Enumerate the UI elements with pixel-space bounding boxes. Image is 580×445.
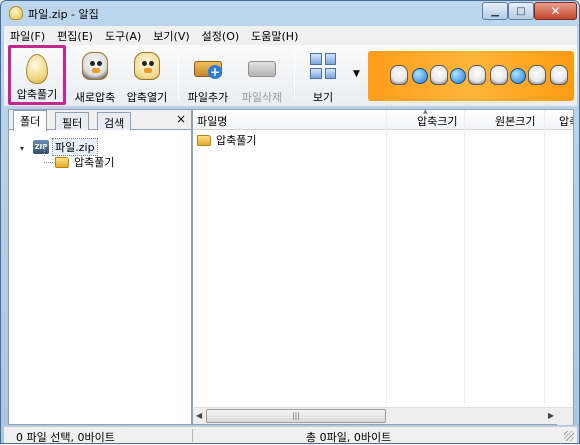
sort-ascending-icon: ▲ bbox=[423, 108, 428, 115]
view-label: 보기 bbox=[312, 91, 334, 104]
scroll-right-icon[interactable]: ▶ bbox=[548, 411, 554, 420]
menu-tools[interactable]: 도구(A) bbox=[99, 28, 147, 44]
tree-connector bbox=[44, 146, 45, 156]
tree-child[interactable]: 압축풀기 bbox=[55, 154, 114, 170]
column-header-name[interactable]: 파일명 bbox=[197, 110, 377, 130]
panel-tabs: 폴더 필터 검색 × bbox=[9, 110, 191, 131]
menu-file[interactable]: 파일(F) bbox=[4, 28, 51, 44]
open-archive-label: 압축열기 bbox=[126, 91, 168, 104]
alzip-app-icon bbox=[9, 6, 23, 20]
duck-icon bbox=[129, 49, 165, 83]
resize-grip-icon[interactable] bbox=[564, 431, 574, 441]
new-archive-label: 새로압축 bbox=[74, 91, 116, 104]
egg-icon bbox=[19, 52, 55, 84]
view-dropdown-arrow-icon[interactable]: ▼ bbox=[353, 69, 360, 79]
toolbar-separator bbox=[178, 51, 179, 99]
toolbar: 압축풀기 새로압축 압축열기 + 파일추가 파일삭제 보기 ▼ bbox=[4, 45, 577, 107]
menu-bar: 파일(F) 편집(E) 도구(A) 보기(V) 설정(O) 도움말(H) bbox=[4, 26, 577, 45]
window-title: 파일.zip - 알집 bbox=[28, 8, 99, 21]
penguin-icon bbox=[77, 49, 113, 83]
minimize-icon: ▁ bbox=[491, 5, 499, 17]
tree-child-label: 압축풀기 bbox=[74, 156, 115, 169]
delete-file-button[interactable]: 파일삭제 bbox=[238, 45, 286, 105]
horizontal-scrollbar[interactable]: ◀ ||| ▶ bbox=[193, 407, 573, 425]
menu-help[interactable]: 도움말(H) bbox=[245, 28, 304, 44]
panel-close-icon[interactable]: × bbox=[176, 112, 186, 126]
app-window: 파일.zip - 알집 ▁ □ ✕ 파일(F) 편집(E) 도구(A) 보기(V… bbox=[0, 0, 580, 444]
file-list-panel: 파일명 압축크기 ▲ 원본크기 압축 압축풀기 ◀ ||| ▶ bbox=[192, 108, 574, 425]
status-separator bbox=[192, 429, 193, 442]
file-list-header: 파일명 압축크기 ▲ 원본크기 압축 bbox=[193, 108, 573, 130]
tab-search[interactable]: 검색 bbox=[97, 112, 132, 130]
column-separator bbox=[386, 110, 387, 406]
add-file-button[interactable]: + 파일추가 bbox=[184, 45, 232, 105]
column-separator bbox=[544, 110, 545, 406]
tab-folder[interactable]: 폴더 bbox=[13, 110, 48, 131]
folder-icon bbox=[197, 134, 211, 146]
delete-file-icon bbox=[244, 49, 280, 83]
status-total: 총 0파일, 0바이트 bbox=[306, 431, 392, 444]
folder-panel: 폴더 필터 검색 × ▾ ZIP 파일.zip 압축풀기 bbox=[8, 109, 192, 425]
ad-banner[interactable] bbox=[368, 51, 574, 101]
close-button[interactable]: ✕ bbox=[534, 2, 577, 20]
tab-filter[interactable]: 필터 bbox=[55, 112, 90, 130]
menu-settings[interactable]: 설정(O) bbox=[196, 28, 245, 44]
menu-view[interactable]: 보기(V) bbox=[147, 28, 195, 44]
tree-collapse-icon[interactable]: ▾ bbox=[20, 144, 29, 153]
add-file-icon: + bbox=[190, 49, 226, 83]
extract-button[interactable]: 압축풀기 bbox=[8, 45, 66, 105]
close-icon: ✕ bbox=[550, 4, 561, 18]
delete-file-label: 파일삭제 bbox=[241, 91, 283, 104]
scroll-corner bbox=[557, 408, 573, 425]
new-archive-button[interactable]: 새로압축 bbox=[70, 45, 120, 105]
file-name: 압축풀기 bbox=[216, 134, 257, 147]
column-separator bbox=[464, 110, 465, 406]
status-bar: 0 파일 선택, 0바이트 총 0파일, 0바이트 bbox=[4, 426, 577, 444]
tree-root[interactable]: ZIP 파일.zip bbox=[33, 138, 98, 156]
minimize-button[interactable]: ▁ bbox=[482, 2, 508, 20]
file-list-row[interactable]: 압축풀기 bbox=[197, 132, 256, 148]
column-header-original-size[interactable]: 원본크기 bbox=[495, 110, 545, 130]
status-selection: 0 파일 선택, 0바이트 bbox=[16, 431, 115, 444]
menu-edit[interactable]: 편집(E) bbox=[51, 28, 99, 44]
extract-label: 압축풀기 bbox=[16, 88, 58, 101]
maximize-button[interactable]: □ bbox=[508, 2, 534, 20]
scroll-thumb[interactable]: ||| bbox=[206, 409, 386, 423]
maximize-icon: □ bbox=[516, 5, 526, 17]
view-button[interactable]: 보기 bbox=[302, 45, 344, 105]
add-file-label: 파일추가 bbox=[187, 91, 229, 104]
column-header-ratio[interactable]: 압축 bbox=[559, 110, 573, 130]
grid-view-icon bbox=[305, 49, 341, 83]
title-bar[interactable]: 파일.zip - 알집 ▁ □ ✕ bbox=[1, 1, 579, 25]
folder-icon bbox=[55, 156, 69, 168]
open-archive-button[interactable]: 압축열기 bbox=[122, 45, 172, 105]
zip-archive-icon: ZIP bbox=[33, 140, 49, 154]
tree-connector bbox=[44, 162, 53, 163]
toolbar-separator bbox=[294, 51, 295, 99]
scroll-left-icon[interactable]: ◀ bbox=[196, 411, 202, 420]
